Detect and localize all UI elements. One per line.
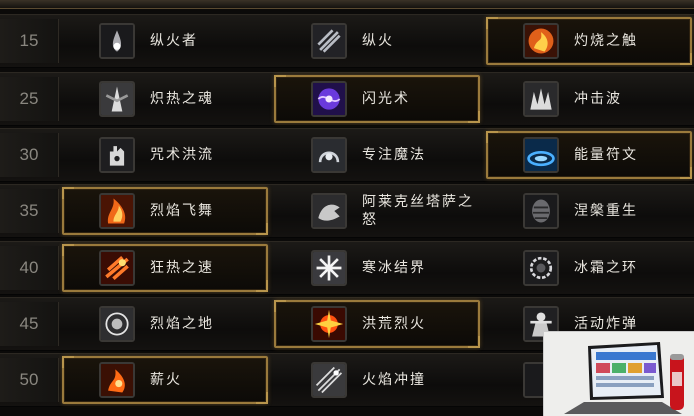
- cinderstorm-icon: [311, 362, 347, 398]
- conflagration-icon: [311, 306, 347, 342]
- talent-25-3[interactable]: 冲击波: [486, 75, 692, 123]
- talent-name: 烈焰飞舞: [150, 203, 214, 219]
- rune-hand-icon: [99, 137, 135, 173]
- claw-slash-icon: [311, 23, 347, 59]
- level-label: 35: [0, 189, 59, 233]
- talent-name: 火焰冲撞: [362, 372, 426, 388]
- talent-name: 闪光术: [362, 91, 410, 107]
- talent-name: 薪火: [150, 372, 182, 388]
- ice-ward-icon: [311, 250, 347, 286]
- selection-corner: [274, 300, 286, 312]
- talent-50-1[interactable]: 薪火: [62, 356, 268, 404]
- laptop-thumbnail-icon: [544, 332, 694, 416]
- selection-corner: [62, 244, 74, 256]
- talent-35-3[interactable]: 涅槃重生: [486, 187, 692, 235]
- talent-35-1[interactable]: 烈焰飞舞: [62, 187, 268, 235]
- talent-50-2[interactable]: 火焰冲撞: [274, 356, 480, 404]
- rune-of-power-icon: [523, 137, 559, 173]
- talent-row-35: 35 烈焰飞舞 阿莱克丝塔萨之怒 涅槃重生: [0, 184, 694, 238]
- talent-30-2[interactable]: 专注魔法: [274, 131, 480, 179]
- talent-name: 冰霜之环: [574, 260, 638, 276]
- burning-soul-icon: [99, 81, 135, 117]
- fire-wisp-icon: [99, 23, 135, 59]
- talent-45-1[interactable]: 烈焰之地: [62, 300, 268, 348]
- level-label: 45: [0, 302, 59, 346]
- talent-name: 阿莱克丝塔萨之怒: [362, 194, 474, 228]
- blast-wave-icon: [523, 81, 559, 117]
- talent-name: 能量符文: [574, 147, 638, 163]
- ring-of-frost-icon: [523, 250, 559, 286]
- talent-25-2[interactable]: 闪光术: [274, 75, 480, 123]
- talent-name: 专注魔法: [362, 147, 426, 163]
- dragon-icon: [311, 193, 347, 229]
- selection-corner: [62, 356, 74, 368]
- level-label: 40: [0, 246, 59, 290]
- selection-corner: [62, 187, 74, 199]
- kindling-icon: [99, 362, 135, 398]
- shimmer-icon: [311, 81, 347, 117]
- flame-patch-icon: [99, 306, 135, 342]
- talent-40-1[interactable]: 狂热之速: [62, 244, 268, 292]
- talent-45-2[interactable]: 洪荒烈火: [274, 300, 480, 348]
- level-label: 30: [0, 133, 59, 177]
- flame-on-icon: [99, 193, 135, 229]
- selection-corner: [486, 131, 498, 143]
- talent-name: 涅槃重生: [574, 203, 638, 219]
- talent-30-3[interactable]: 能量符文: [486, 131, 692, 179]
- talent-40-3[interactable]: 冰霜之环: [486, 244, 692, 292]
- talent-row-15: 15 纵火者 纵火 灼烧之触: [0, 14, 694, 68]
- talent-name: 纵火: [362, 33, 394, 49]
- talent-name: 寒冰结界: [362, 260, 426, 276]
- laptop-thumbnail: [543, 331, 694, 416]
- talent-name: 洪荒烈火: [362, 316, 426, 332]
- talent-15-3[interactable]: 灼烧之触: [486, 17, 692, 65]
- talent-row-25: 25 炽热之魂 闪光术 冲击波: [0, 72, 694, 126]
- talent-25-1[interactable]: 炽热之魂: [62, 75, 268, 123]
- flaming-hand-icon: [523, 23, 559, 59]
- level-label: 25: [0, 77, 59, 121]
- talent-15-2[interactable]: 纵火: [274, 17, 480, 65]
- frenetic-speed-icon: [99, 250, 135, 286]
- talent-name: 炽热之魂: [150, 91, 214, 107]
- talent-name: 冲击波: [574, 91, 622, 107]
- focus-magic-icon: [311, 137, 347, 173]
- level-label: 50: [0, 358, 59, 402]
- talent-row-30: 30 咒术洪流 专注魔法 能量符文: [0, 128, 694, 182]
- talent-30-1[interactable]: 咒术洪流: [62, 131, 268, 179]
- selection-corner: [274, 75, 286, 87]
- talent-40-2[interactable]: 寒冰结界: [274, 244, 480, 292]
- phoenix-egg-icon: [523, 193, 559, 229]
- level-label: 15: [0, 19, 59, 63]
- talent-name: 灼烧之触: [574, 33, 638, 49]
- talent-name: 狂热之速: [150, 260, 214, 276]
- talent-name: 咒术洪流: [150, 147, 214, 163]
- talent-name: 纵火者: [150, 33, 198, 49]
- talent-row-40: 40 狂热之速 寒冰结界 冰霜之环: [0, 241, 694, 295]
- frame-top-border: [0, 0, 694, 9]
- talent-35-2[interactable]: 阿莱克丝塔萨之怒: [274, 187, 480, 235]
- talent-15-1[interactable]: 纵火者: [62, 17, 268, 65]
- selection-corner: [486, 17, 498, 29]
- talent-name: 烈焰之地: [150, 316, 214, 332]
